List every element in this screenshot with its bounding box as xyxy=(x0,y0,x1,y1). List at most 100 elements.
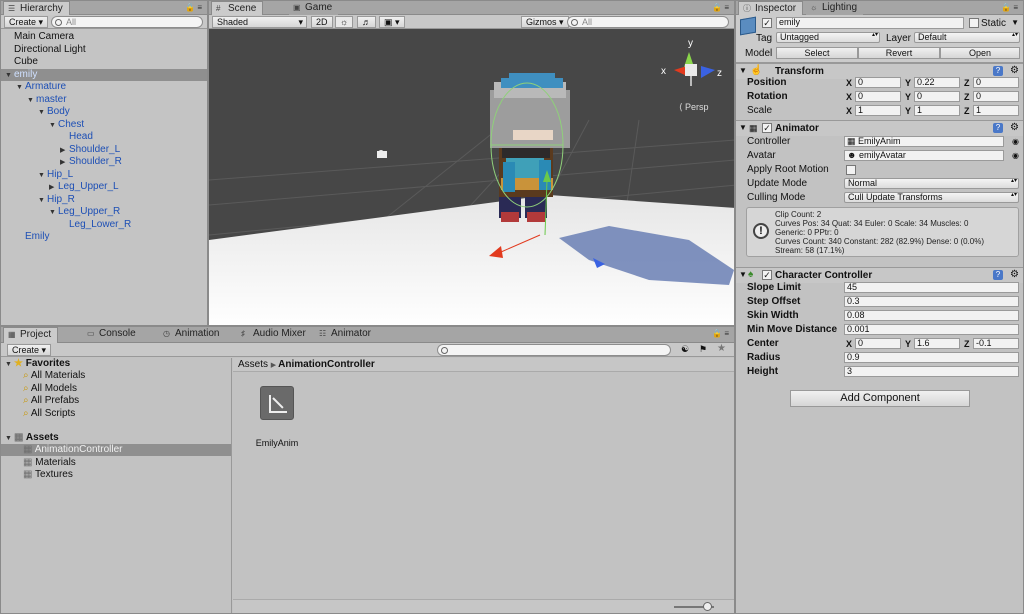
panel-menu-icons[interactable]: 🔒≡ xyxy=(712,329,731,338)
hierarchy-item[interactable]: ▶ Leg_Upper_L xyxy=(1,181,207,193)
scene-search-input[interactable]: All xyxy=(567,16,729,28)
help-icon[interactable]: ? xyxy=(993,123,1003,133)
tab-inspector[interactable]: ⓘ Inspector xyxy=(738,1,804,16)
hierarchy-item[interactable]: ▼ Hip_L xyxy=(1,169,207,181)
expanded-arrow-icon[interactable]: ▼ xyxy=(49,207,58,219)
object-picker-icon[interactable]: ◉ xyxy=(1012,135,1019,149)
hierarchy-item[interactable]: ▼ master xyxy=(1,94,207,106)
assets-header[interactable]: ▼ ▦ Assets xyxy=(5,432,59,444)
tag-dropdown[interactable]: Untagged xyxy=(776,32,880,43)
step-offset-field[interactable]: 0.3 xyxy=(844,296,1019,307)
transform-z-field[interactable]: 0 xyxy=(973,77,1019,88)
panel-menu-icons[interactable]: 🔒≡ xyxy=(185,3,204,12)
effects-dropdown-icon[interactable]: ▣ ▾ xyxy=(379,16,405,28)
animator-header[interactable]: ▼ ▦ ✓ Animator ? ⚙ xyxy=(736,120,1023,136)
hierarchy-item[interactable]: ▼ emily xyxy=(1,68,207,82)
model-revert-button[interactable]: Revert xyxy=(858,47,940,59)
object-picker-icon[interactable]: ◉ xyxy=(1012,149,1019,163)
project-create-button[interactable]: Create ▾ xyxy=(7,344,52,356)
transform-y-field[interactable]: 0 xyxy=(914,91,960,102)
hierarchy-item[interactable]: ▼ Armature xyxy=(1,81,207,93)
expanded-arrow-icon[interactable]: ▼ xyxy=(5,70,14,82)
min-move-field[interactable]: 0.001 xyxy=(844,324,1019,335)
model-open-button[interactable]: Open xyxy=(940,47,1020,59)
transform-x-field[interactable]: 1 xyxy=(855,105,901,116)
folder-item[interactable]: ▦ Materials xyxy=(1,457,231,469)
tab-animator[interactable]: ☷ Animator xyxy=(315,327,378,341)
tab-lighting[interactable]: ☼ Lighting xyxy=(806,1,864,15)
hierarchy-item[interactable]: ▼ Body xyxy=(1,106,207,118)
transform-y-field[interactable]: 0.22 xyxy=(914,77,960,88)
tab-scene[interactable]: # Scene xyxy=(211,1,264,16)
lighting-toggle-icon[interactable]: ☼ xyxy=(335,16,354,28)
scene-viewport[interactable]: y x z ⟨ Persp xyxy=(209,30,735,326)
expanded-arrow-icon[interactable]: ▼ xyxy=(16,82,25,94)
center-y-field[interactable]: 1.6 xyxy=(914,338,960,349)
gizmos-dropdown[interactable]: Gizmos ▾ xyxy=(521,16,569,28)
collapsed-arrow-icon[interactable]: ▶ xyxy=(49,182,58,194)
hierarchy-item[interactable]: ▶ Shoulder_L xyxy=(1,144,207,156)
hierarchy-item[interactable]: Directional Light xyxy=(1,44,207,56)
layer-dropdown[interactable]: Default xyxy=(914,32,1020,43)
expanded-arrow-icon[interactable]: ▼ xyxy=(38,170,47,182)
favorite-item[interactable]: ⌕ All Prefabs xyxy=(23,395,79,407)
asset-emilyanim[interactable]: EmilyAnim xyxy=(247,386,307,456)
skin-width-field[interactable]: 0.08 xyxy=(844,310,1019,321)
tab-audio-mixer[interactable]: ♯ Audio Mixer xyxy=(237,327,312,341)
controller-field[interactable]: ▦ EmilyAnim xyxy=(844,136,1004,147)
update-mode-dropdown[interactable]: Normal xyxy=(844,178,1019,189)
object-name-field[interactable]: emily xyxy=(776,17,964,29)
favorite-item[interactable]: ⌕ All Scripts xyxy=(23,408,75,420)
culling-mode-dropdown[interactable]: Cull Update Transforms xyxy=(844,192,1019,203)
zoom-slider[interactable] xyxy=(674,602,714,611)
center-x-field[interactable]: 0 xyxy=(855,338,901,349)
folder-item[interactable]: ▦ AnimationController xyxy=(1,444,231,456)
avatar-field[interactable]: ☻ emilyAvatar xyxy=(844,150,1004,161)
audio-toggle-icon[interactable]: ♬ xyxy=(357,16,376,28)
search-by-type-icon[interactable]: ☯ xyxy=(681,344,689,355)
settings-gear-icon[interactable]: ⚙ xyxy=(1010,65,1019,76)
folder-item[interactable]: ▦ Textures xyxy=(1,469,231,481)
hierarchy-item[interactable]: ▼ Chest xyxy=(1,119,207,131)
hierarchy-create-button[interactable]: Create ▾ xyxy=(4,16,49,28)
hierarchy-item[interactable]: ▼ Leg_Upper_R xyxy=(1,206,207,218)
breadcrumb-assets[interactable]: Assets xyxy=(238,359,268,370)
active-checkbox[interactable]: ✓ xyxy=(762,18,772,28)
add-component-button[interactable]: Add Component xyxy=(790,390,970,407)
transform-x-field[interactable]: 0 xyxy=(855,77,901,88)
hierarchy-item[interactable]: ▶ Shoulder_R xyxy=(1,156,207,168)
favorite-star-icon[interactable]: ★ xyxy=(717,343,726,354)
zoom-slider-thumb[interactable] xyxy=(703,602,712,611)
model-select-button[interactable]: Select xyxy=(776,47,858,59)
favorites-header[interactable]: ▼ ★ Favorites xyxy=(5,358,70,370)
help-icon[interactable]: ? xyxy=(993,66,1003,76)
hierarchy-item[interactable]: Leg_Lower_R xyxy=(1,219,207,231)
tab-console[interactable]: ▭ Console xyxy=(83,327,142,341)
animator-enabled-checkbox[interactable]: ✓ xyxy=(762,123,772,133)
tab-project[interactable]: ▦ Project xyxy=(3,327,59,343)
transform-z-field[interactable]: 1 xyxy=(973,105,1019,116)
expanded-arrow-icon[interactable]: ▼ xyxy=(38,195,47,207)
hierarchy-search-input[interactable]: All xyxy=(51,16,203,28)
tab-game[interactable]: ▣ Game xyxy=(289,1,339,15)
expanded-arrow-icon[interactable]: ▼ xyxy=(49,120,58,132)
transform-z-field[interactable]: 0 xyxy=(973,91,1019,102)
static-checkbox[interactable] xyxy=(969,18,979,28)
hierarchy-item[interactable]: Main Camera xyxy=(1,31,207,43)
search-by-label-icon[interactable]: ⚑ xyxy=(699,344,707,355)
height-field[interactable]: 3 xyxy=(844,366,1019,377)
tab-animation[interactable]: ◷ Animation xyxy=(159,327,226,341)
help-icon[interactable]: ? xyxy=(993,270,1003,280)
collapsed-arrow-icon[interactable]: ▶ xyxy=(60,157,69,169)
tab-hierarchy[interactable]: ☰ Hierarchy xyxy=(3,1,70,16)
panel-menu-icons[interactable]: 🔒≡ xyxy=(1001,3,1020,12)
radius-field[interactable]: 0.9 xyxy=(844,352,1019,363)
slope-limit-field[interactable]: 45 xyxy=(844,282,1019,293)
expanded-arrow-icon[interactable]: ▼ xyxy=(27,95,36,107)
static-dropdown-icon[interactable]: ▼ xyxy=(1011,18,1019,27)
shading-mode-dropdown[interactable]: Shaded ▾ xyxy=(212,16,307,28)
transform-x-field[interactable]: 0 xyxy=(855,91,901,102)
hierarchy-item[interactable]: Head xyxy=(1,131,207,143)
character-controller-enabled-checkbox[interactable]: ✓ xyxy=(762,270,772,280)
collapsed-arrow-icon[interactable]: ▶ xyxy=(60,145,69,157)
